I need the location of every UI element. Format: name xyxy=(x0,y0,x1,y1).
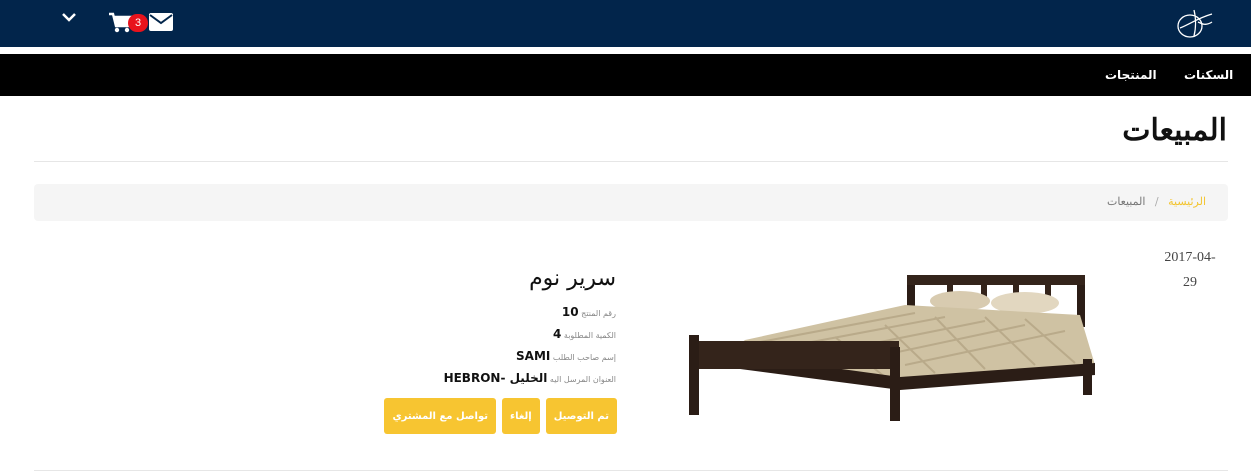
order-actions: تم التوصيل إلغاء تواصل مع المشتري xyxy=(359,398,617,434)
product-id-value: 10 xyxy=(561,305,579,319)
mark-delivered-button[interactable]: تم التوصيل xyxy=(545,398,617,434)
contact-buyer-button[interactable]: تواصل مع المشتري xyxy=(384,398,496,434)
product-image xyxy=(689,275,1095,421)
quantity-value: 4 xyxy=(553,327,562,341)
mail-icon[interactable] xyxy=(148,12,174,32)
logo-icon[interactable] xyxy=(1172,4,1216,42)
quantity-label: الكمية المطلوبة xyxy=(563,331,616,340)
order-date-line1: 2017-04- xyxy=(1164,250,1216,265)
breadcrumb-separator: / xyxy=(1154,195,1159,208)
breadcrumb: الرئيسية / المبيعات xyxy=(34,184,1228,221)
nav-item-products[interactable]: المنتجات xyxy=(1105,68,1157,82)
address-label: العنوان المرسل اليه xyxy=(549,375,616,384)
product-id-label: رقم المنتج xyxy=(581,309,616,318)
chevron-down-icon[interactable] xyxy=(58,6,80,28)
cancel-order-button[interactable]: إلغاء xyxy=(502,398,540,434)
quantity-row: الكمية المطلوبة 4 xyxy=(316,323,616,345)
order-date: 2017-04- 29 xyxy=(1160,245,1220,295)
product-id-row: رقم المنتج 10 xyxy=(316,301,616,323)
bottom-divider xyxy=(34,470,1228,471)
title-divider xyxy=(34,161,1228,162)
requester-value: SAMI xyxy=(516,349,551,363)
header-divider xyxy=(0,47,1251,54)
breadcrumb-home-link[interactable]: الرئيسية xyxy=(1168,195,1206,208)
page-title: المبيعات xyxy=(1122,113,1227,148)
nav-item-housing[interactable]: السكنات xyxy=(1184,68,1233,82)
breadcrumb-current: المبيعات xyxy=(1106,195,1146,208)
address-row: العنوان المرسل اليه الخليل -HEBRON xyxy=(316,367,616,389)
requester-row: إسم صاحب الطلب SAMI xyxy=(316,345,616,367)
requester-label: إسم صاحب الطلب xyxy=(552,353,616,362)
address-value: الخليل -HEBRON xyxy=(443,371,548,385)
main-nav: السكنات المنتجات xyxy=(0,54,1251,96)
product-name: سرير نوم xyxy=(529,266,616,291)
top-header: 3 xyxy=(0,0,1251,47)
cart-count-badge: 3 xyxy=(128,14,148,32)
order-date-line2: 29 xyxy=(1183,275,1197,290)
order-details: سرير نوم رقم المنتج 10 الكمية المطلوبة 4… xyxy=(316,266,616,389)
